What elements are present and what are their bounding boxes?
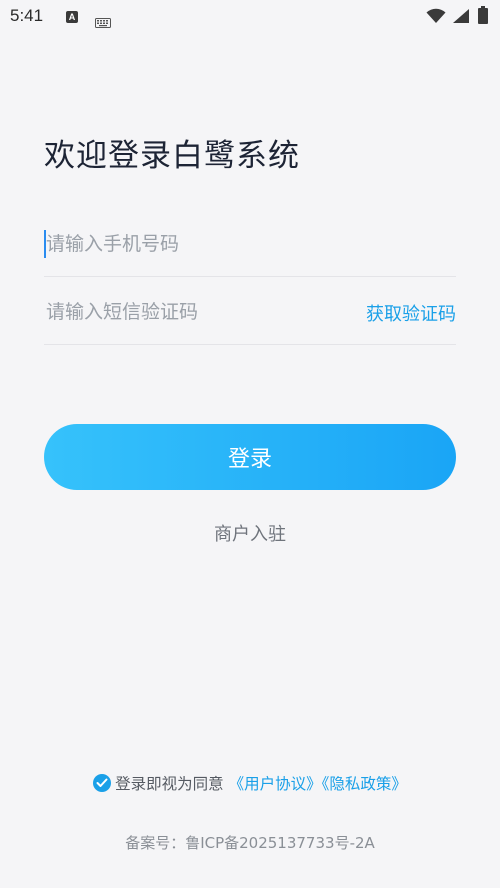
status-bar: 5:41 A	[0, 0, 500, 36]
battery-icon	[478, 6, 488, 28]
login-button[interactable]: 登录	[44, 424, 456, 490]
user-agreement-link[interactable]: 《用户协议》	[229, 775, 322, 793]
agreement-row: 登录即视为同意 《用户协议》《隐私政策》	[0, 772, 500, 794]
agreement-checkbox-check-icon[interactable]	[93, 774, 112, 792]
signal-icon	[452, 8, 470, 28]
status-time: 5:41	[10, 6, 44, 25]
sms-code-field-row: 获取验证码	[44, 278, 456, 345]
get-code-button[interactable]: 获取验证码	[366, 300, 456, 326]
agreement-prefix: 登录即视为同意	[115, 775, 224, 793]
icp-record: 备案号：鲁ICP备2025137733号-2A	[125, 834, 375, 852]
merchant-register-link[interactable]: 商户入驻	[0, 520, 500, 546]
phone-field-row	[44, 210, 456, 277]
page-title: 欢迎登录白鹭系统	[44, 138, 300, 174]
keyboard-icon	[95, 13, 111, 32]
sms-code-input[interactable]	[44, 298, 326, 326]
accessibility-a-icon: A	[66, 11, 78, 23]
phone-input[interactable]	[44, 230, 346, 258]
privacy-policy-link[interactable]: 《隐私政策》	[322, 775, 407, 793]
wifi-icon	[426, 8, 446, 28]
